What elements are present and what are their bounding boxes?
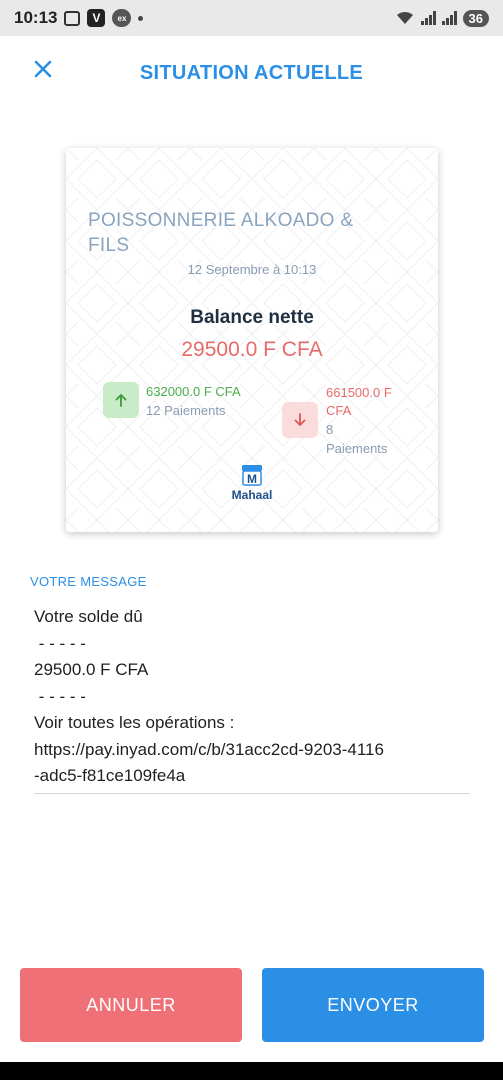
wifi-icon xyxy=(396,11,413,24)
status-time: 10:13 xyxy=(14,8,58,27)
card-date: 12 Septembre à 10:13 xyxy=(187,262,317,277)
message-line: 29500.0 F CFA xyxy=(34,660,149,679)
header: SITUATION ACTUELLE xyxy=(0,36,503,112)
battery-indicator: 36 xyxy=(462,9,489,27)
system-nav-bar xyxy=(0,1062,503,1080)
notification-dot-icon xyxy=(138,15,144,21)
cancel-button[interactable]: ANNULER xyxy=(20,968,242,1042)
message-textarea[interactable]: Votre solde dû - - - - - 29500.0 F CFA -… xyxy=(34,604,470,790)
incoming-arrow-box xyxy=(103,382,139,418)
arrow-up-icon xyxy=(115,394,127,407)
status-bar: 10:13 V ex 36 xyxy=(0,0,503,36)
message-line: Votre solde dû xyxy=(34,607,143,626)
message-line: - - - - - xyxy=(34,686,86,706)
incoming-count: 12 Paiements xyxy=(146,403,226,418)
summary-card: POISSONNERIE ALKOADO & FILS 12 Septembre… xyxy=(66,148,438,532)
logo-text: Mahaal xyxy=(231,488,273,502)
message-underline xyxy=(34,793,470,794)
screen-record-icon xyxy=(64,10,81,26)
message-line: Voir toutes les opérations : xyxy=(34,713,235,732)
mahaal-logo: M Mahaal xyxy=(66,464,438,502)
balance-label: Balance nette xyxy=(190,307,314,328)
outgoing-amount: 661500.0 F CFA xyxy=(326,385,392,418)
outgoing-arrow-box xyxy=(282,402,318,438)
page-title: SITUATION ACTUELLE xyxy=(139,62,364,84)
signal-icon xyxy=(420,11,436,25)
mahaal-logo-icon: M xyxy=(242,465,262,486)
shop-name: POISSONNERIE ALKOADO & FILS xyxy=(88,210,354,256)
balance-value: 29500.0 F CFA xyxy=(181,338,323,361)
signal-2-icon xyxy=(441,11,457,25)
message-label: VOTRE MESSAGE xyxy=(30,574,147,589)
send-button[interactable]: ENVOYER xyxy=(262,968,484,1042)
message-line: -adc5-f81ce109fe4a xyxy=(34,766,186,785)
app-v-icon: V xyxy=(87,9,106,27)
message-line: https://pay.inyad.com/c/b/31acc2cd-9203-… xyxy=(34,739,384,759)
incoming-amount: 632000.0 F CFA xyxy=(146,384,241,399)
logo-letter: M xyxy=(247,472,257,486)
message-line: - - - - - xyxy=(34,633,86,653)
app-ex-icon: ex xyxy=(112,9,132,27)
arrow-down-icon xyxy=(294,413,306,426)
outgoing-count: 8 Paiements xyxy=(326,422,388,456)
